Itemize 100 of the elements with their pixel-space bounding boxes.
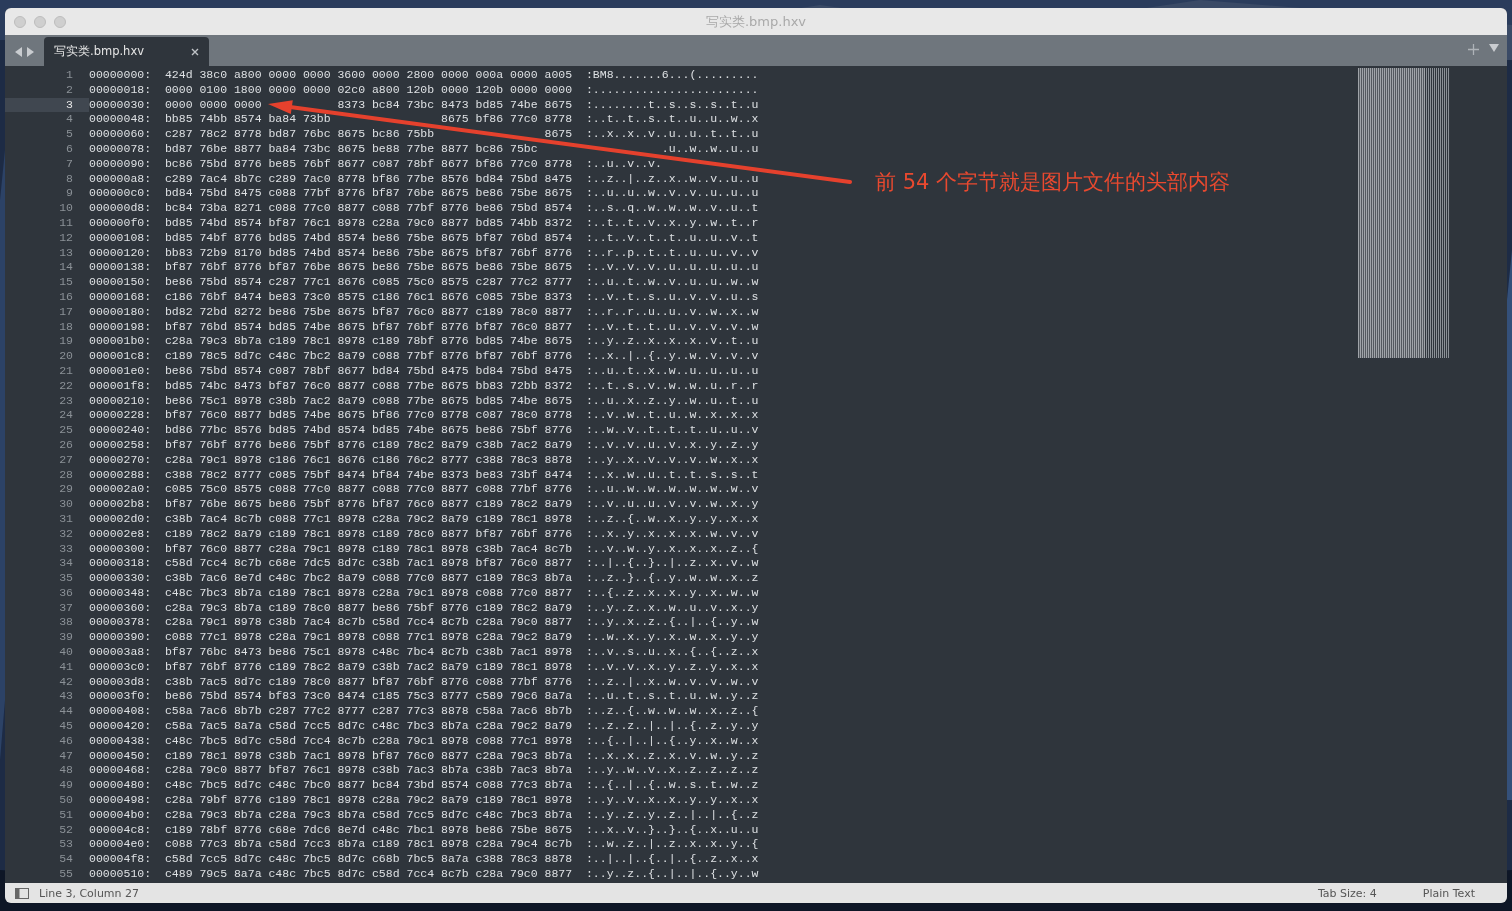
- hex-bytes: c28a 79c0 8877 bf87 76c1 8978 c38b 7ac3 8b7a c38b 7ac3 8b7a: [164, 763, 573, 777]
- hex-offset: 000000c0:: [89, 186, 152, 200]
- ascii-text: :..z..{..w..w..w..x..z..{: [585, 704, 759, 718]
- sidebar-icon[interactable]: [15, 887, 29, 899]
- ascii-text: :..x..v..}..}..{..x..u..u: [585, 822, 759, 836]
- hex-offset: 00000258:: [89, 437, 152, 451]
- minimize-button[interactable]: [34, 15, 46, 28]
- window-title: 写实类.bmp.hxv: [705, 13, 807, 29]
- hex-offset: 00000270:: [89, 452, 152, 466]
- hex-offset: 00000240:: [89, 423, 152, 437]
- ascii-text: :..w..x..y..x..w..x..y..y: [585, 630, 759, 644]
- ascii-text: :..z..|..x..w..v..v..w..v: [585, 674, 759, 688]
- hex-offset: 000001e0:: [89, 363, 152, 377]
- syntax-mode[interactable]: Plain Text: [1422, 886, 1475, 900]
- line-number: 47: [58, 748, 74, 764]
- ascii-text: :..v..v..u..v..x..y..z..y: [585, 437, 759, 451]
- hex-offset: 00000000:: [89, 68, 152, 81]
- hex-offset: 00000468:: [89, 763, 152, 777]
- hex-offset: 00000030:: [89, 97, 152, 111]
- hex-bytes: 424d 38c0 a800 0000 0000 3600 0000 2800 0000 000a 0000 a005: [164, 68, 573, 81]
- line-number: 20: [58, 349, 74, 364]
- cursor-position: Line 3, Column 27: [39, 886, 140, 900]
- ascii-text: :..{..|..{..w..s..t..w..z: [585, 778, 759, 792]
- dropdown-icon[interactable]: [1489, 44, 1499, 52]
- ascii-text: :..u..u..w..v..v..u..u..u: [585, 186, 759, 200]
- hex-offset: 00000408:: [89, 704, 152, 718]
- hex-bytes: c189 78bf 8776 c68e 7dc6 8e7d c48c 7bc1 8978 be86 75be 8675: [164, 822, 573, 836]
- ascii-text: :..z..}..{..y..w..w..x..z: [585, 571, 759, 585]
- back-icon[interactable]: [15, 47, 23, 57]
- ascii-text: :..x..x..z..x..v..w..y..z: [585, 748, 759, 762]
- hex-bytes: bd86 77bc 8576 bd85 74bd 8574 bd85 74be 8675 be86 75bf 8776: [164, 423, 573, 437]
- hex-bytes: c28a 79c1 8978 c38b 7ac4 8c7b c58d 7cc4 8c7b c28a 79c0 8877: [164, 615, 573, 629]
- hex-bytes: bf87 76bf 8776 be86 75bf 8776 c189 78c2 8a79 c38b 7ac2 8a79: [164, 437, 573, 451]
- hex-offset: 00000138:: [89, 260, 152, 274]
- hex-bytes: c189 78c2 8a79 c189 78c1 8978 c189 78c0 8877 bf87 76bf 8776: [164, 526, 573, 540]
- tab-size[interactable]: Tab Size: 4: [1317, 886, 1377, 900]
- hex-offset: 00000180:: [89, 304, 152, 318]
- zoom-button[interactable]: [54, 15, 66, 28]
- plus-icon[interactable]: [1468, 44, 1479, 55]
- hex-bytes: bf87 76c0 8877 bd85 74be 8675 bf86 77c0 8778 c087 78c0 8778: [164, 408, 573, 422]
- hex-bytes: c189 78c5 8d7c c48c 7bc2 8a79 c088 77bf 8776 bf87 76bf 8776: [164, 349, 573, 363]
- line-number: 55: [58, 867, 74, 882]
- close-button[interactable]: [14, 15, 26, 28]
- ascii-text: :..x..|..{..y..w..v..v..v: [585, 349, 759, 363]
- line-number: 30: [58, 497, 74, 512]
- hex-bytes: c186 76bf 8474 be83 73c0 8575 c186 76c1 8676 c085 75be 8373: [164, 289, 573, 303]
- file-tab[interactable]: 写实类.bmp.hxv: [44, 37, 209, 66]
- ascii-text: :..t..s..v..w..w..u..r..r: [585, 378, 759, 392]
- hex-bytes: bd82 72bd 8272 be86 75be 8675 bf87 76c0 8877 c189 78c0 8877: [164, 304, 573, 318]
- hex-offset: 000004b0:: [89, 807, 152, 821]
- hex-offset: 00000480:: [89, 778, 152, 792]
- line-number: 38: [58, 615, 74, 631]
- hex-bytes: bb83 72b9 8170 bd85 74bd 8574 be86 75be 8675 bf87 76bf 8776: [164, 245, 573, 259]
- ascii-text: :..u..t..s..t..u..w..y..z: [585, 689, 759, 703]
- hex-offset: 00000450:: [89, 748, 152, 762]
- ascii-text: :..x..x..v..u..u..t..t..u: [585, 127, 759, 141]
- hex-offset: 000001b0:: [89, 334, 152, 348]
- line-number: 17: [58, 304, 74, 320]
- forward-icon[interactable]: [26, 47, 34, 57]
- line-number: 5: [65, 127, 74, 142]
- ascii-text: :........t..s..s..s..t..u: [585, 97, 759, 111]
- ascii-text: :..v..w..t..u..w..x..x..x: [585, 408, 759, 422]
- annotation-text: 前 54 个字节就是图片文件的头部内容: [875, 169, 1231, 196]
- hex-offset: 00000018:: [89, 82, 152, 96]
- line-number: 32: [58, 526, 74, 542]
- hex-bytes: c189 78c1 8978 c38b 7ac1 8978 bf87 76c0 8877 c28a 79c3 8b7a: [164, 748, 573, 762]
- minimap-drawing[interactable]: [1358, 68, 1450, 358]
- ascii-text: :..w..z..|..z..x..x..y..{: [585, 837, 759, 851]
- hex-offset: 00000168:: [89, 289, 152, 303]
- hex-bytes: c58d 7cc5 8d7c c48c 7bc5 8d7c c68b 7bc5 8a7a c388 78c3 8878: [164, 852, 573, 866]
- ascii-text: :..y..z..y..z..|..|..{..z: [585, 807, 759, 821]
- ascii-text: :..{..z..x..x..y..x..w..w: [585, 585, 759, 599]
- hex-offset: 00000108:: [89, 230, 152, 244]
- line-number: 51: [58, 807, 74, 823]
- hex-offset: 000003c0:: [89, 659, 152, 673]
- hex-bytes: bf87 76c0 8877 c28a 79c1 8978 c189 78c1 8978 c38b 7ac4 8c7b: [164, 541, 573, 555]
- hex-bytes: bf87 76bf 8776 c189 78c2 8a79 c38b 7ac2 8a79 c189 78c1 8978: [164, 659, 573, 673]
- line-number: 12: [58, 230, 74, 246]
- ascii-text: :..x..w..u..t..t..s..s..t: [585, 467, 759, 481]
- ascii-text: :..v..s..u..x..{..{..z..x: [585, 645, 759, 659]
- hex-bytes: c28a 79bf 8776 c189 78c1 8978 c28a 79c2 8a79 c189 78c1 8978: [164, 793, 573, 807]
- hex-bytes: bf87 76bd 8574 bd85 74be 8675 bf87 76bf 8776 bf87 76c0 8877: [164, 319, 573, 333]
- hex-offset: 00000048:: [89, 112, 152, 126]
- hex-bytes: c289 7ac4 8b7c c289 7ac0 8778 bf86 77be 8576 bd84 75bd 8475: [164, 171, 573, 185]
- ascii-text: :..y..v..x..x..y..y..x..x: [585, 793, 759, 807]
- line-number: 39: [58, 630, 74, 646]
- line-number: 53: [58, 837, 74, 853]
- hex-offset: 00000120:: [89, 245, 152, 259]
- close-icon[interactable]: [191, 47, 199, 56]
- ascii-text: :..v..t..s..u..v..v..u..s: [585, 289, 759, 303]
- line-number: 41: [58, 659, 74, 675]
- ascii-text: :..v..t..t..u..v..v..v..w: [585, 319, 759, 333]
- ascii-text: :..u..t..x..w..u..u..u..u: [585, 363, 759, 377]
- line-number: 43: [58, 689, 74, 705]
- ascii-text: :..|..|..{..|..{..z..x..x: [585, 852, 759, 866]
- hex-bytes: bf87 76be 8675 be86 75bf 8776 bf87 76c0 8877 c189 78c2 8a79: [164, 497, 573, 511]
- line-number: 16: [58, 289, 74, 305]
- ascii-text: .u..w..w..u..u: [661, 142, 759, 155]
- ascii-text: :..u..v..v.: [585, 156, 662, 170]
- hex-bytes: bd85 74bc 8473 bf87 76c0 8877 c088 77be 8675 bb83 72bb 8372: [164, 378, 573, 392]
